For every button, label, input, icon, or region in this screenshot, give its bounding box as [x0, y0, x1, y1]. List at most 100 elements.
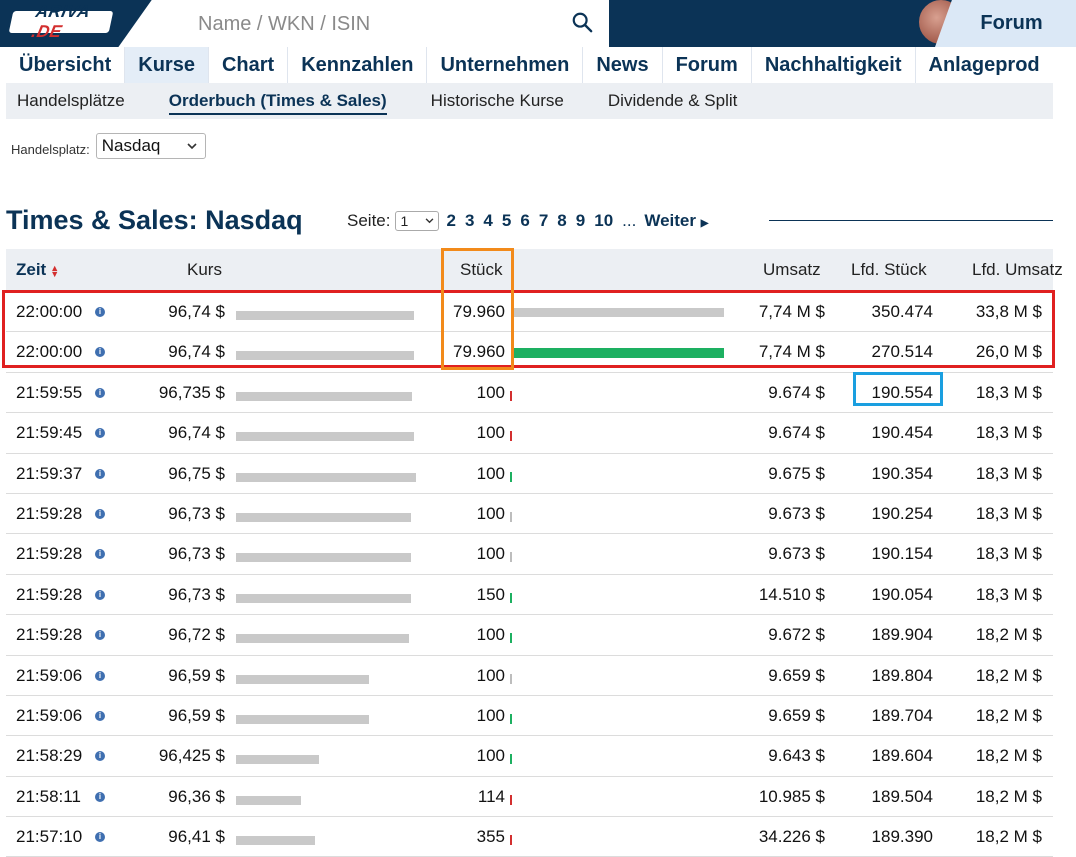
column-header-zeit[interactable]: Zeit ▲ ▼	[16, 260, 60, 280]
page-link-8[interactable]: 8	[557, 211, 566, 231]
cell-zeit: 21:59:37	[16, 463, 83, 483]
nav-item-uebersicht[interactable]: Übersicht	[6, 47, 124, 83]
info-icon[interactable]: i	[95, 428, 105, 439]
nav-item-anlageprodukte[interactable]: Anlageprod	[914, 47, 1053, 83]
cell-lfd-umsatz: 18,2 M $	[975, 827, 1042, 847]
info-icon[interactable]: i	[95, 832, 105, 843]
nav-item-unternehmen[interactable]: Unternehmen	[426, 47, 582, 83]
page-link-6[interactable]: 6	[520, 211, 529, 231]
subnav-handelsplaetze[interactable]: Handelsplätze	[17, 91, 125, 111]
tick-direction-marker	[510, 431, 512, 442]
nav-item-news[interactable]: News	[582, 47, 661, 83]
cell-lfd-stueck: 189.604	[871, 746, 933, 766]
info-icon[interactable]: i	[95, 589, 105, 600]
cell-zeit: 21:59:28	[16, 625, 83, 645]
cell-kurs: 96,73 $	[168, 503, 225, 523]
cell-umsatz: 9.672 $	[768, 625, 825, 645]
cell-stueck: 100	[476, 463, 505, 483]
table-row: 21:59:28 i 96,73 $ 150 14.510 $ 190.054 18,3 M…	[6, 575, 1053, 616]
page-select[interactable]: 1	[395, 211, 440, 231]
cell-lfd-umsatz: 18,3 M $	[975, 463, 1042, 483]
cell-umsatz: 9.674 $	[768, 382, 825, 402]
tick-direction-marker	[510, 592, 512, 603]
search-icon[interactable]	[571, 11, 593, 33]
cell-lfd-stueck: 190.154	[871, 544, 933, 564]
price-bar	[236, 674, 369, 684]
heading-divider	[769, 220, 1053, 221]
subnav-orderbuch[interactable]: Orderbuch (Times & Sales)	[168, 91, 387, 115]
cell-stueck: 100	[476, 382, 505, 402]
info-icon[interactable]: i	[95, 508, 105, 519]
cell-zeit: 21:59:28	[16, 544, 83, 564]
cell-lfd-umsatz: 18,3 M $	[975, 423, 1042, 443]
cell-lfd-umsatz: 18,2 M $	[975, 705, 1042, 725]
page-link-3[interactable]: 3	[465, 211, 474, 231]
cell-lfd-stueck: 190.354	[871, 463, 933, 483]
subnav-dividende-split[interactable]: Dividende & Split	[608, 91, 737, 111]
subnav-historische-kurse[interactable]: Historische Kurse	[431, 91, 564, 111]
table-row: 21:58:11 i 96,36 $ 114 10.985 $ 189.504 18,2 M…	[6, 777, 1053, 818]
cell-lfd-umsatz: 18,3 M $	[975, 382, 1042, 402]
info-icon[interactable]: i	[95, 630, 105, 641]
price-bar	[236, 593, 411, 603]
tick-direction-marker	[510, 390, 512, 401]
logo-suffix: .DE	[29, 22, 64, 41]
info-icon[interactable]: i	[95, 549, 105, 560]
info-icon[interactable]: i	[95, 791, 105, 802]
page-link-10[interactable]: 10	[594, 211, 613, 231]
info-icon[interactable]: i	[95, 670, 105, 681]
main-navigation: Übersicht Kurse Chart Kennzahlen Unterne…	[6, 47, 1076, 83]
page-link-7[interactable]: 7	[539, 211, 548, 231]
tick-direction-marker	[510, 511, 512, 522]
cell-zeit: 21:58:11	[16, 786, 81, 806]
column-header-umsatz: Umsatz	[763, 260, 821, 279]
highlight-box-red	[2, 290, 1055, 368]
cell-lfd-umsatz: 18,2 M $	[975, 786, 1042, 806]
cell-kurs: 96,72 $	[168, 625, 225, 645]
page-link-2[interactable]: 2	[446, 211, 455, 231]
nav-item-nachhaltigkeit[interactable]: Nachhaltigkeit	[750, 47, 915, 83]
page-link-5[interactable]: 5	[502, 211, 511, 231]
cell-lfd-stueck: 189.504	[871, 786, 933, 806]
cell-stueck: 100	[476, 705, 505, 725]
nav-item-kennzahlen[interactable]: Kennzahlen	[287, 47, 426, 83]
nav-item-kurse[interactable]: Kurse	[124, 47, 208, 83]
table-row: 21:59:06 i 96,59 $ 100 9.659 $ 189.804 18,2 M …	[6, 656, 1053, 696]
table-row: 21:59:37 i 96,75 $ 100 9.675 $ 190.354 18,3 M …	[6, 454, 1053, 494]
cell-zeit: 21:59:28	[16, 503, 83, 523]
sort-icon: ▲ ▼	[50, 262, 60, 279]
table-row: 21:59:28 i 96,73 $ 100 9.673 $ 190.154 18,3 M …	[6, 534, 1053, 575]
cell-lfd-umsatz: 18,3 M $	[975, 544, 1042, 564]
next-page-link[interactable]: Weiter ▶	[644, 211, 708, 231]
price-bar	[236, 714, 369, 724]
price-bar	[236, 795, 301, 805]
info-icon[interactable]: i	[95, 751, 105, 762]
cell-kurs: 96,75 $	[168, 463, 225, 483]
header-forum-button[interactable]: Forum	[935, 0, 1076, 47]
cell-lfd-stueck: 190.054	[871, 584, 933, 604]
info-icon[interactable]: i	[95, 468, 105, 479]
page-link-4[interactable]: 4	[483, 211, 492, 231]
cell-umsatz: 10.985 $	[758, 786, 825, 806]
cell-stueck: 100	[476, 423, 505, 443]
cell-zeit: 21:57:10	[16, 827, 83, 847]
nav-item-forum[interactable]: Forum	[661, 47, 751, 83]
page-link-9[interactable]: 9	[576, 211, 585, 231]
info-icon[interactable]: i	[95, 387, 105, 398]
cell-kurs: 96,425 $	[158, 746, 225, 766]
nav-item-chart[interactable]: Chart	[207, 47, 287, 83]
cell-umsatz: 14.510 $	[758, 584, 825, 604]
cell-umsatz: 9.675 $	[768, 463, 825, 483]
cell-lfd-stueck: 189.804	[871, 665, 933, 685]
ariva-logo[interactable]: ARIVA .DE	[8, 2, 114, 41]
handelsplatz-select[interactable]: Nasdaq	[95, 133, 206, 159]
next-page-label: Weiter	[644, 211, 696, 230]
search-input[interactable]	[196, 8, 560, 40]
info-icon[interactable]: i	[95, 710, 105, 721]
cell-lfd-stueck: 189.390	[871, 827, 933, 847]
zeit-header-label: Zeit	[16, 260, 47, 279]
handelsplatz-value: Nasdaq	[101, 136, 161, 155]
search-bar	[184, 0, 609, 47]
cell-umsatz: 9.659 $	[768, 705, 825, 725]
cell-umsatz: 9.674 $	[768, 423, 825, 443]
